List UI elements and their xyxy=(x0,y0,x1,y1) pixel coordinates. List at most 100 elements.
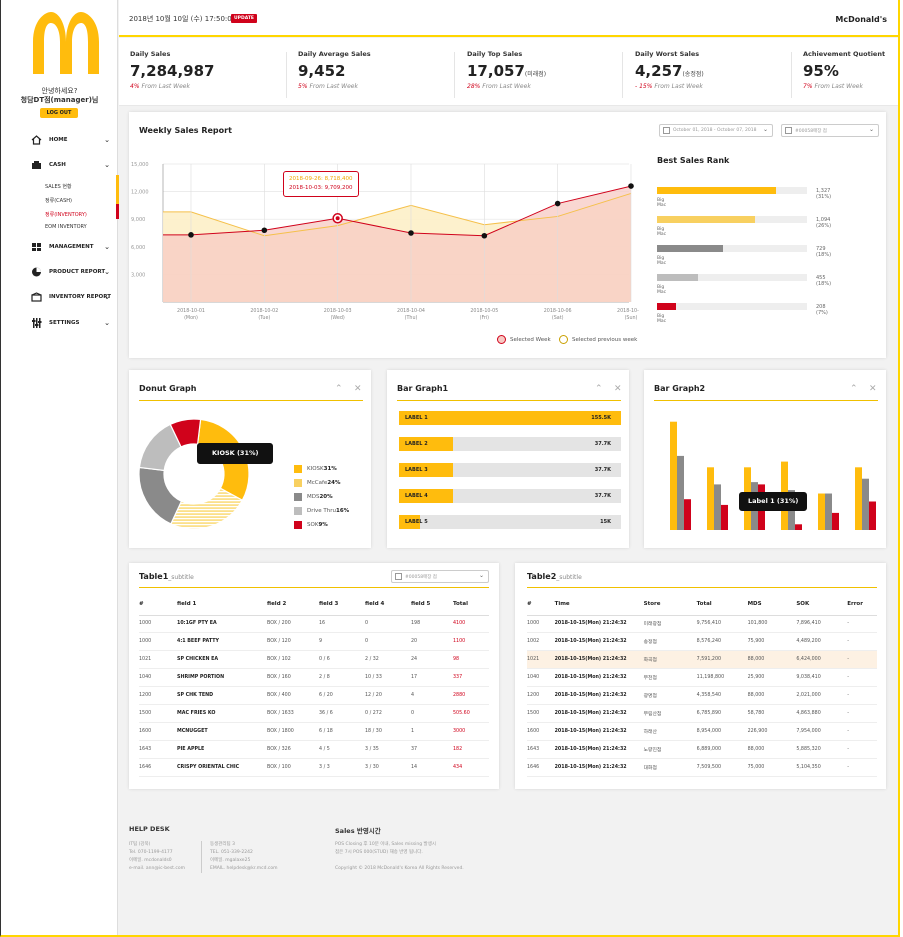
table-header-cell[interactable]: # xyxy=(527,593,555,616)
table-cell: PIE APPLE xyxy=(177,740,267,759)
table-header-cell[interactable]: field 4 xyxy=(365,593,411,616)
x-tick-sublabel: (Sun) xyxy=(625,315,638,321)
brand-name: McDonald's xyxy=(835,15,887,24)
x-tick-sublabel: (Thu) xyxy=(405,315,418,321)
nav-cash-label: CASH xyxy=(49,162,66,168)
stat-value: 95% xyxy=(803,62,839,80)
nav-inventory-report[interactable]: INVENTORY REPORT ⌄ xyxy=(1,287,118,307)
table-cell: 16 xyxy=(319,615,365,634)
y-tick-label: 3,000 xyxy=(131,272,145,278)
table-row[interactable]: 1643 PIE APPLE BOX / 326 4 / 53 / 35 37 182 xyxy=(139,740,489,759)
table1-store-select[interactable]: #00058매장 점 ⌄ xyxy=(391,570,489,583)
table-header-cell[interactable]: SOK xyxy=(796,593,848,616)
weekly-sales-card: Weekly Sales Report October 01, 2018 - O… xyxy=(129,112,886,358)
table-cell: 88,000 xyxy=(747,740,797,759)
table-cell: 송정점 xyxy=(643,632,697,652)
table-header-cell[interactable]: Error xyxy=(847,593,877,616)
store-select[interactable]: #00058매장 점 ⌄ xyxy=(781,124,879,137)
table-row[interactable]: 1040 SHRIMP PORTION BOX / 160 2 / 8 10 / 33 1… xyxy=(139,668,489,688)
table-row[interactable]: 1500 2018-10-15(Mon) 21:24:32 부림산점 6,785,89… xyxy=(527,704,877,723)
table-header-cell[interactable]: Time xyxy=(554,593,644,616)
collapse-icon[interactable]: ⌃ xyxy=(850,384,858,394)
x-tick-label: 2018-10-03 xyxy=(324,308,352,314)
table-cell: 3 / 35 xyxy=(365,740,411,759)
close-icon[interactable]: ✕ xyxy=(614,384,622,394)
close-icon[interactable]: ✕ xyxy=(354,384,362,394)
table-row[interactable]: 1600 MCNUGGET BOX / 1800 6 / 18 18 / 30 1 3000 xyxy=(139,722,489,741)
legend-selected-week[interactable]: Selected Week xyxy=(497,335,551,344)
collapse-icon[interactable]: ⌃ xyxy=(595,384,603,394)
table-row[interactable]: 1643 2018-10-15(Mon) 21:24:32 노량진점 6,889,00… xyxy=(527,740,877,759)
table-row[interactable]: 1000 2018-10-15(Mon) 21:24:32 미래광점 9,756,41… xyxy=(527,615,877,634)
table-cell: 4100 xyxy=(453,615,489,634)
hbar-row: LABEL 1 155.5K xyxy=(399,411,621,425)
table-cell: 1643 xyxy=(527,740,555,759)
close-icon[interactable]: ✕ xyxy=(869,384,877,394)
mcdonalds-logo[interactable] xyxy=(31,12,101,74)
table-header-cell[interactable]: Total xyxy=(696,593,748,616)
table-header-cell[interactable]: # xyxy=(139,593,177,616)
table-row[interactable]: 1646 2018-10-15(Mon) 21:24:32 대화점 7,509,500… xyxy=(527,758,877,777)
table-cell: 1000 xyxy=(139,632,177,652)
table-cell: 2018-10-15(Mon) 21:24:32 xyxy=(554,704,644,723)
nav-product-report[interactable]: PRODUCT REPORT ⌄ xyxy=(1,262,118,282)
collapse-icon[interactable]: ⌃ xyxy=(335,384,343,394)
stat-daily-top: Daily Top Sales 17,057(미래점) 28% From Las… xyxy=(467,50,546,98)
table-header-cell[interactable]: field 5 xyxy=(411,593,453,616)
legend-previous-week[interactable]: Selected previous week xyxy=(559,335,637,344)
table-cell: 화곡점 xyxy=(643,650,697,670)
table-cell: - xyxy=(847,740,877,759)
nav-settings[interactable]: SETTINGS ⌄ xyxy=(1,313,118,333)
sub-inventory[interactable]: 정류(INVENTORY) xyxy=(45,211,87,218)
chevron-down-icon: ⌄ xyxy=(104,293,110,301)
table-row[interactable]: 1002 2018-10-15(Mon) 21:24:32 송정점 8,576,240… xyxy=(527,632,877,652)
legend-selected-week-label: Selected Week xyxy=(510,336,551,343)
table-cell: 24 xyxy=(411,650,453,670)
table-row[interactable]: 1040 2018-10-15(Mon) 21:24:32 부천점 11,198,80… xyxy=(527,668,877,688)
table-row[interactable]: 1021 2018-10-15(Mon) 21:24:32 화곡점 7,591,200… xyxy=(527,650,877,670)
table-cell: 2018-10-15(Mon) 21:24:32 xyxy=(554,686,644,705)
table-row[interactable]: 1646 CRISPY ORIENTAL CHIC BOX / 100 3 / 33 … xyxy=(139,758,489,777)
chevron-down-icon: ⌄ xyxy=(762,126,768,133)
table-cell: 3 / 30 xyxy=(365,758,411,777)
stats-row: Daily Sales 7,284,987 4% From Last Week … xyxy=(119,38,898,106)
table-cell: 6,889,000 xyxy=(696,740,748,759)
table-row[interactable]: 1021 SP CHICKEN EA BOX / 102 0 / 62 / 32 24 9… xyxy=(139,650,489,670)
table-header-cell[interactable]: Store xyxy=(643,593,697,616)
donut-chart xyxy=(138,418,250,530)
sub-cash[interactable]: 정류(CASH) xyxy=(45,197,72,204)
date-range-picker[interactable]: October 01, 2018 - October 07, 2018 ⌄ xyxy=(659,124,773,137)
stat-label: Daily Sales xyxy=(130,50,171,58)
table-row[interactable]: 1500 MAC FRIES KO BOX / 1633 36 / 60 / 272 0… xyxy=(139,704,489,723)
table-cell: 부림산점 xyxy=(643,704,697,723)
chevron-down-icon: ⌄ xyxy=(104,268,110,276)
data-point xyxy=(628,183,634,189)
table-cell: 9,038,410 xyxy=(796,668,848,688)
help-col-1: IT팀 (강북) Tel. 070-1199-4177 이메일. mcdonal… xyxy=(129,841,185,873)
nav-management[interactable]: MANAGEMENT ⌄ xyxy=(1,237,118,257)
table-cell: 4:1 BEEF PATTY xyxy=(177,632,267,652)
table-header-cell[interactable]: field 3 xyxy=(319,593,365,616)
table-header-cell[interactable]: MDS xyxy=(747,593,797,616)
table-row[interactable]: 1000 10:1GF PTY EA BOX / 200 16 0 198 4100 xyxy=(139,615,489,634)
table-row[interactable]: 1200 SP CHK TEND BOX / 400 6 / 20 12 / 20 4 28… xyxy=(139,686,489,705)
sub-sales-status[interactable]: SALES 현황 xyxy=(45,183,72,190)
table-header-cell[interactable]: field 1 xyxy=(177,593,267,616)
sub-eom-inventory[interactable]: EOM INVENTORY xyxy=(45,224,87,230)
table-header-cell[interactable]: field 2 xyxy=(267,593,319,616)
y-tick-label: 9,000 xyxy=(131,217,145,223)
table-row[interactable]: 1600 2018-10-15(Mon) 21:24:32 하래산 8,954,000… xyxy=(527,722,877,741)
table-cell: BOX / 102 xyxy=(267,650,319,670)
table-cell: 0 / 272 xyxy=(365,704,411,723)
table-row[interactable]: 1000 4:1 BEEF PATTY BOX / 120 9 0 20 1100 xyxy=(139,632,489,652)
nav-cash[interactable]: CASH ⌄ xyxy=(1,155,118,175)
table-cell: 5,104,350 xyxy=(796,758,848,777)
table-row[interactable]: 1200 2018-10-15(Mon) 21:24:32 광명점 4,358,540… xyxy=(527,686,877,705)
nav-home[interactable]: HOME ⌄ xyxy=(1,130,118,150)
update-button[interactable]: UPDATE xyxy=(231,14,257,23)
hbar-fill xyxy=(399,411,621,425)
logout-button[interactable]: LOG OUT xyxy=(40,108,78,118)
x-tick-label: 2018-10-02 xyxy=(250,308,278,314)
table-header-cell[interactable]: Total xyxy=(453,593,489,616)
legend-name: MDS xyxy=(307,494,320,500)
